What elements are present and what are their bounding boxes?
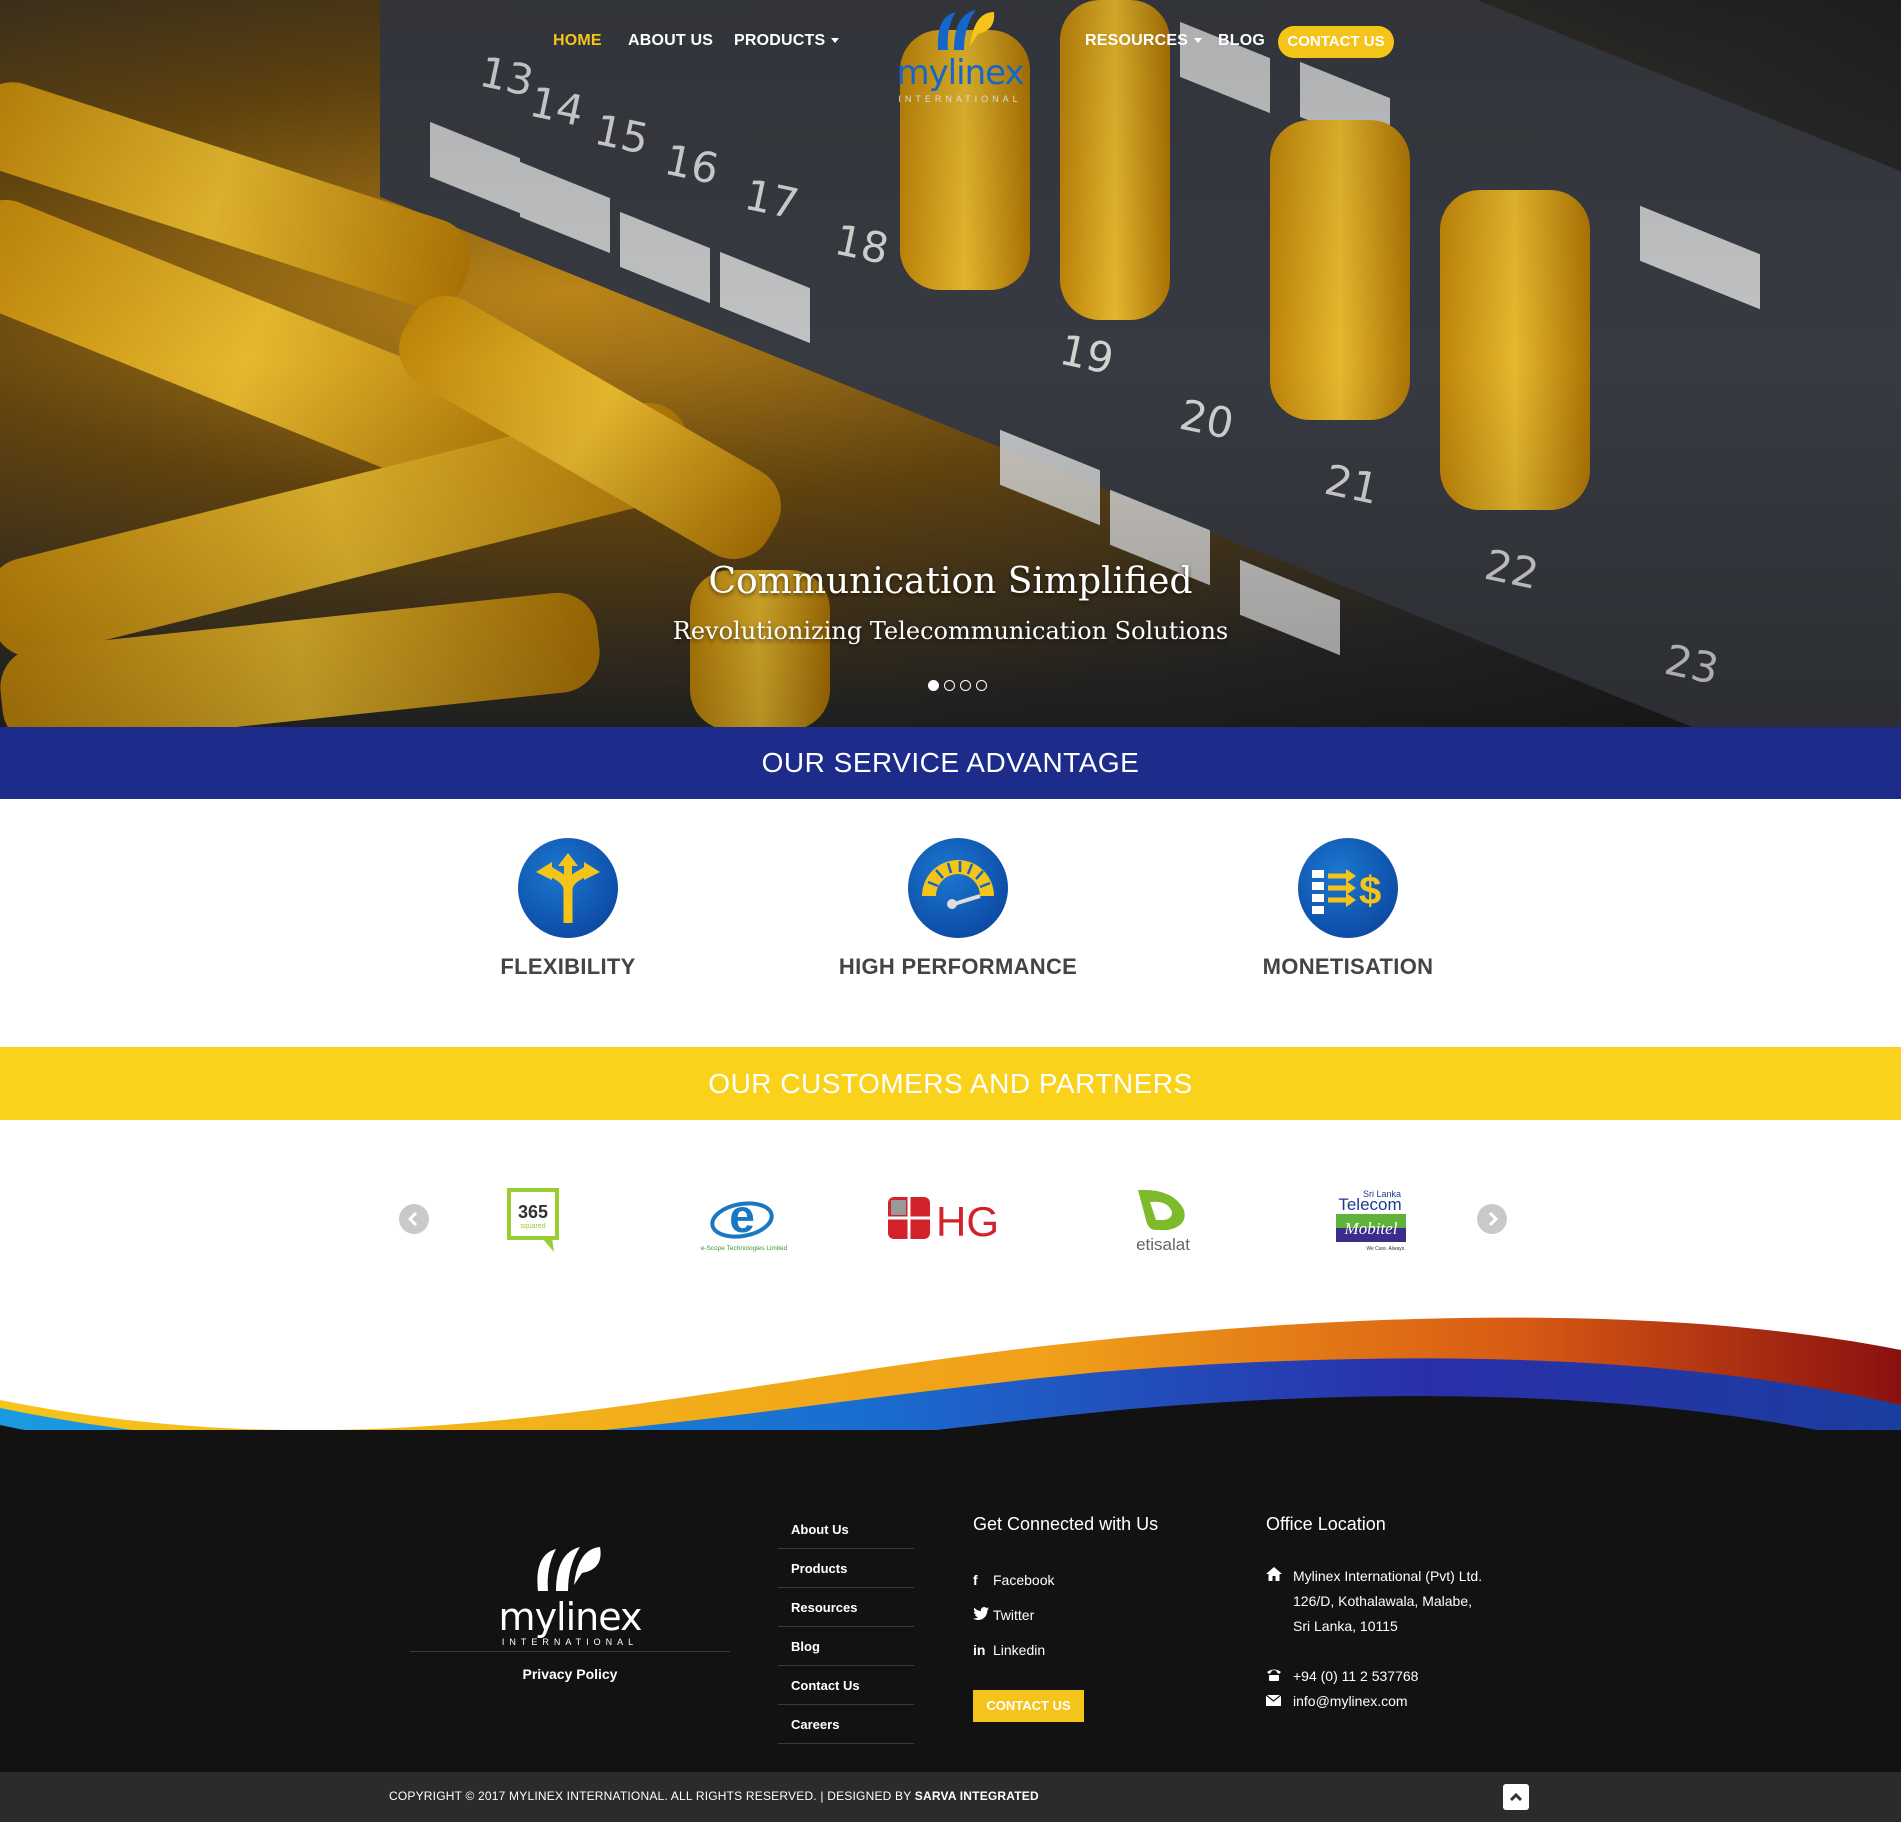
footer-link-products[interactable]: Products [778,1549,914,1588]
phone-number: +94 (0) 11 2 537768 [1293,1668,1419,1684]
service-advantage-heading: OUR SERVICE ADVANTAGE [761,747,1140,778]
partner-logo-etisalat[interactable]: etisalat [1128,1180,1198,1260]
svg-text:$: $ [1359,869,1381,913]
nav-about[interactable]: ABOUT US [628,32,713,50]
office-email: info@mylinex.com [1265,1689,1566,1714]
address-line: 126/D, Kothalawala, Malabe, [1293,1593,1472,1609]
slider-dot[interactable] [976,680,987,691]
partner-subname: e-Scope Technologies Limited [701,1245,788,1252]
social-linkedin[interactable]: in Linkedin [973,1642,1045,1658]
nav-resources-label: RESOURCES [1085,32,1189,49]
carousel-prev-button[interactable] [399,1204,429,1234]
slider-dots [928,678,992,696]
slider-dot[interactable] [928,680,939,691]
partner-logo-escope[interactable]: e e-Scope Technologies Limited [694,1180,794,1260]
service-advantage-banner: OUR SERVICE ADVANTAGE [0,727,1901,799]
email-address[interactable]: info@mylinex.com [1293,1689,1408,1714]
social-label: Facebook [993,1572,1055,1588]
designer-link[interactable]: SARVA INTEGRATED [915,1789,1039,1803]
speedometer-icon [908,838,1008,938]
partners-heading: OUR CUSTOMERS AND PARTNERS [708,1068,1193,1099]
nav-blog[interactable]: BLOG [1218,32,1265,50]
split-arrows-icon [518,838,618,938]
social-facebook[interactable]: f Facebook [973,1572,1054,1588]
logo-wordmark: mylinex [896,53,1024,93]
footer-link-resources[interactable]: Resources [778,1588,914,1627]
footer-link-about[interactable]: About Us [778,1510,914,1549]
carousel-next-button[interactable] [1477,1204,1507,1234]
feature-label: FLEXIBILITY [500,954,636,979]
facebook-icon: f [973,1572,978,1588]
partner-name: HGC [936,1198,996,1245]
footer-logo[interactable]: mylinex INTERNATIONAL [490,1535,650,1647]
footer-link-careers[interactable]: Careers [778,1705,914,1744]
copyright-bar: COPYRIGHT © 2017 MYLINEX INTERNATIONAL. … [0,1772,1901,1822]
footer-logo-subtitle: INTERNATIONAL [501,1637,639,1647]
office-heading: Office Location [1266,1514,1386,1534]
feature-label: MONETISATION [1262,954,1434,979]
site-footer [0,1430,1901,1772]
office-address: Mylinex International (Pvt) Ltd. 126/D, … [1266,1564,1566,1644]
chevron-right-icon [1488,1211,1499,1227]
partner-tagline: We Care. Always. [1366,1246,1405,1252]
hero-title: Communication Simplified [708,561,1193,602]
back-to-top-button[interactable] [1503,1784,1529,1810]
twitter-icon [973,1607,993,1623]
feature-monetisation: $ MONETISATION [1218,838,1478,980]
partner-logo-365squared[interactable]: 365 squared [506,1180,566,1260]
feature-high-performance: HIGH PERFORMANCE [828,838,1088,980]
partner-subname: squared [520,1223,545,1230]
hero-subtitle: Revolutionizing Telecommunication Soluti… [672,617,1229,645]
partner-logo-hgc[interactable]: HGC [886,1180,1029,1260]
social-label: Linkedin [993,1642,1046,1658]
feature-label: HIGH PERFORMANCE [838,954,1078,979]
logo-subtitle: INTERNATIONAL [898,94,1022,104]
partner-name: e [729,1190,755,1242]
chevron-up-icon [1509,1792,1523,1802]
linkedin-icon: in [973,1642,986,1658]
nav-products[interactable]: PRODUCTS [734,32,840,50]
social-label: Twitter [993,1607,1035,1623]
chevron-down-icon [831,38,840,44]
address-line: Sri Lanka, 10115 [1293,1618,1398,1634]
home-icon [1266,1564,1284,1589]
partner-name: 365 [518,1202,548,1222]
logo-mark-icon [937,10,995,50]
brand-logo[interactable]: mylinex INTERNATIONAL [890,6,1030,106]
address-line: Mylinex International (Pvt) Ltd. [1293,1568,1483,1584]
partner-logo-mobitel[interactable]: Sri Lanka Telecom Mobitel We Care. Alway… [1330,1180,1410,1260]
partner-subname: Mobitel [1344,1219,1398,1238]
footer-link-blog[interactable]: Blog [778,1627,914,1666]
footer-logo-mark-icon [537,1547,601,1591]
copyright-label: COPYRIGHT © 2017 MYLINEX INTERNATIONAL. … [389,1789,915,1803]
footer-link-contact[interactable]: Contact Us [778,1666,914,1705]
nav-contact-button[interactable]: CONTACT US [1278,26,1394,58]
envelope-icon [1265,1689,1284,1714]
footer-contact-button[interactable]: CONTACT US [973,1690,1084,1722]
footer-logo-wordmark: mylinex [498,1595,643,1639]
chevron-left-icon [407,1211,418,1227]
phone-icon [1266,1664,1284,1689]
slider-dot[interactable] [960,680,971,691]
partner-name: Telecom [1338,1195,1401,1214]
nav-resources[interactable]: RESOURCES [1085,32,1203,50]
slider-dot[interactable] [944,680,955,691]
nav-products-label: PRODUCTS [734,32,826,49]
privacy-policy-link[interactable]: Privacy Policy [410,1666,730,1682]
copyright-text: COPYRIGHT © 2017 MYLINEX INTERNATIONAL. … [389,1789,1039,1803]
social-twitter[interactable]: Twitter [973,1607,1034,1623]
chevron-down-icon [1194,38,1203,44]
partners-banner: OUR CUSTOMERS AND PARTNERS [0,1047,1901,1120]
money-flow-icon: $ [1298,838,1398,938]
feature-flexibility: FLEXIBILITY [438,838,698,980]
partner-name: etisalat [1136,1235,1190,1254]
footer-links: About Us Products Resources Blog Contact… [778,1510,914,1744]
connect-heading: Get Connected with Us [973,1514,1159,1534]
main-nav: HOME ABOUT US PRODUCTS mylinex INTERNATI… [0,0,1901,110]
footer-divider [410,1651,730,1652]
office-phone: +94 (0) 11 2 537768 [1266,1664,1566,1689]
nav-home[interactable]: HOME [553,32,602,50]
